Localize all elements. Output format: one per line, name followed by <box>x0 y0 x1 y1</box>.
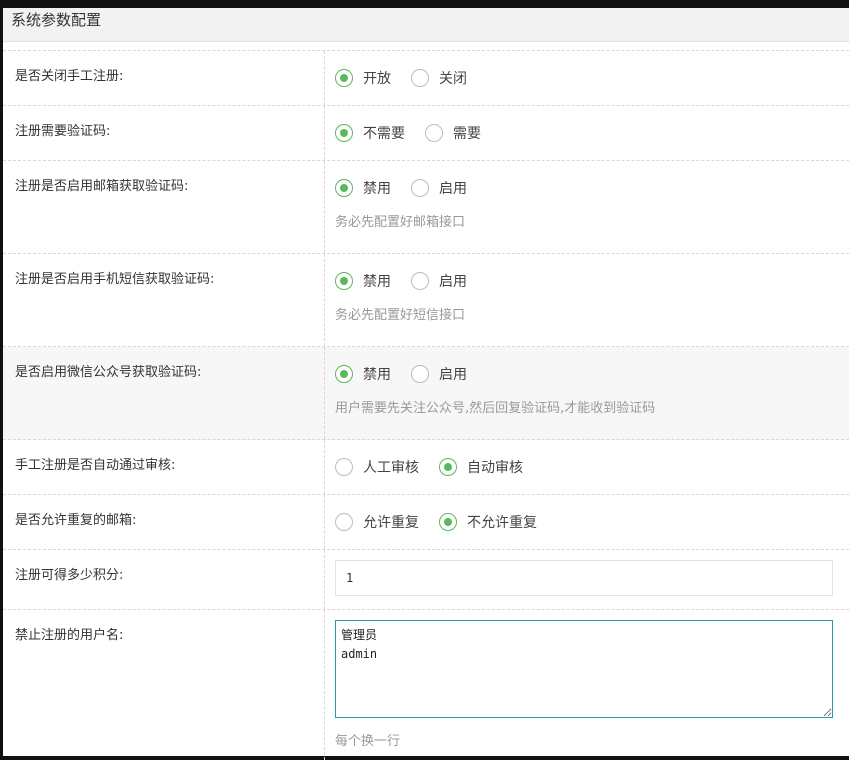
setting-field: 不需要 需要 <box>325 106 849 160</box>
radio-option-close[interactable]: 关闭 <box>411 68 467 88</box>
radio-label: 人工审核 <box>363 460 419 476</box>
header-spacer <box>3 42 849 51</box>
radio-button[interactable] <box>411 179 429 197</box>
radio-option-disable[interactable]: 禁用 <box>335 364 391 384</box>
radio-option-auto-review[interactable]: 自动审核 <box>439 457 523 477</box>
points-input[interactable] <box>335 560 833 596</box>
radio-group: 禁用 启用 <box>335 360 849 388</box>
setting-label: 手工注册是否自动通过审核: <box>3 440 325 494</box>
radio-label: 禁用 <box>363 274 391 290</box>
setting-label: 是否允许重复的邮箱: <box>3 495 325 549</box>
radio-button[interactable] <box>335 365 353 383</box>
setting-field: 开放 关闭 <box>325 51 849 105</box>
radio-option-disable[interactable]: 禁用 <box>335 178 391 198</box>
radio-option-required[interactable]: 需要 <box>425 123 481 143</box>
radio-group: 禁用 启用 <box>335 267 849 295</box>
radio-option-disable[interactable]: 禁用 <box>335 271 391 291</box>
field-hint: 务必先配置好邮箱接口 <box>335 215 466 230</box>
radio-label: 不需要 <box>363 126 405 142</box>
setting-field: 禁用 启用 务必先配置好邮箱接口 <box>325 161 849 253</box>
setting-label: 注册是否启用手机短信获取验证码: <box>3 254 325 346</box>
radio-button[interactable] <box>335 124 353 142</box>
setting-label: 注册是否启用邮箱获取验证码: <box>3 161 325 253</box>
radio-button[interactable] <box>425 124 443 142</box>
setting-field: 人工审核 自动审核 <box>325 440 849 494</box>
radio-button[interactable] <box>335 513 353 531</box>
setting-row-auto-approve: 手工注册是否自动通过审核: 人工审核 自动审核 <box>3 440 849 495</box>
radio-label: 允许重复 <box>363 515 419 531</box>
setting-field: 允许重复 不允许重复 <box>325 495 849 549</box>
radio-group: 禁用 启用 <box>335 174 849 202</box>
setting-label: 是否关闭手工注册: <box>3 51 325 105</box>
radio-button[interactable] <box>335 458 353 476</box>
setting-field: 管理员 admin 每个换一行 <box>325 610 849 760</box>
panel-title: 系统参数配置 <box>3 8 849 42</box>
window-frame: 系统参数配置 是否关闭手工注册: 开放 关闭 注册需要验证码: 不需要 需要 注… <box>0 0 849 760</box>
radio-label: 关闭 <box>439 71 467 87</box>
radio-button[interactable] <box>411 365 429 383</box>
radio-button[interactable] <box>411 272 429 290</box>
radio-option-not-required[interactable]: 不需要 <box>335 123 405 143</box>
blocked-usernames-textarea[interactable]: 管理员 admin <box>335 620 833 718</box>
radio-option-enable[interactable]: 启用 <box>411 364 467 384</box>
radio-button[interactable] <box>439 458 457 476</box>
radio-option-disallow-duplicate[interactable]: 不允许重复 <box>439 512 537 532</box>
setting-row-blocked-usernames: 禁止注册的用户名: 管理员 admin 每个换一行 <box>3 610 849 760</box>
radio-button[interactable] <box>335 179 353 197</box>
radio-option-manual-review[interactable]: 人工审核 <box>335 457 419 477</box>
setting-field: 禁用 启用 用户需要先关注公众号,然后回复验证码,才能收到验证码 <box>325 347 849 439</box>
setting-row-wechat-code: 是否启用微信公众号获取验证码: 禁用 启用 用户需要先关注公众号,然后回复验证码… <box>3 347 849 440</box>
setting-row-captcha: 注册需要验证码: 不需要 需要 <box>3 106 849 161</box>
radio-group: 不需要 需要 <box>335 119 849 147</box>
radio-label: 禁用 <box>363 181 391 197</box>
setting-row-points: 注册可得多少积分: <box>3 550 849 610</box>
setting-field: 禁用 启用 务必先配置好短信接口 <box>325 254 849 346</box>
field-hint: 每个换一行 <box>335 734 401 749</box>
radio-label: 不允许重复 <box>467 515 537 531</box>
setting-row-manual-registration: 是否关闭手工注册: 开放 关闭 <box>3 51 849 106</box>
radio-group: 开放 关闭 <box>335 64 849 92</box>
radio-option-enable[interactable]: 启用 <box>411 271 467 291</box>
setting-row-email-code: 注册是否启用邮箱获取验证码: 禁用 启用 务必先配置好邮箱接口 <box>3 161 849 254</box>
setting-label: 是否启用微信公众号获取验证码: <box>3 347 325 439</box>
radio-button[interactable] <box>439 513 457 531</box>
radio-group: 人工审核 自动审核 <box>335 453 849 481</box>
setting-label: 注册可得多少积分: <box>3 550 325 609</box>
field-hint: 用户需要先关注公众号,然后回复验证码,才能收到验证码 <box>335 401 656 416</box>
radio-label: 需要 <box>453 126 481 142</box>
radio-option-allow-duplicate[interactable]: 允许重复 <box>335 512 419 532</box>
radio-label: 自动审核 <box>467 460 523 476</box>
setting-row-duplicate-email: 是否允许重复的邮箱: 允许重复 不允许重复 <box>3 495 849 550</box>
radio-label: 启用 <box>439 274 467 290</box>
setting-label: 注册需要验证码: <box>3 106 325 160</box>
radio-button[interactable] <box>335 69 353 87</box>
radio-label: 启用 <box>439 367 467 383</box>
radio-label: 开放 <box>363 71 391 87</box>
radio-button[interactable] <box>335 272 353 290</box>
radio-group: 允许重复 不允许重复 <box>335 508 849 536</box>
settings-panel: 系统参数配置 是否关闭手工注册: 开放 关闭 注册需要验证码: 不需要 需要 注… <box>3 8 849 760</box>
setting-label: 禁止注册的用户名: <box>3 610 325 760</box>
radio-label: 禁用 <box>363 367 391 383</box>
setting-field <box>325 550 849 609</box>
radio-button[interactable] <box>411 69 429 87</box>
radio-option-open[interactable]: 开放 <box>335 68 391 88</box>
field-hint: 务必先配置好短信接口 <box>335 308 466 323</box>
radio-option-enable[interactable]: 启用 <box>411 178 467 198</box>
radio-label: 启用 <box>439 181 467 197</box>
setting-row-sms-code: 注册是否启用手机短信获取验证码: 禁用 启用 务必先配置好短信接口 <box>3 254 849 347</box>
